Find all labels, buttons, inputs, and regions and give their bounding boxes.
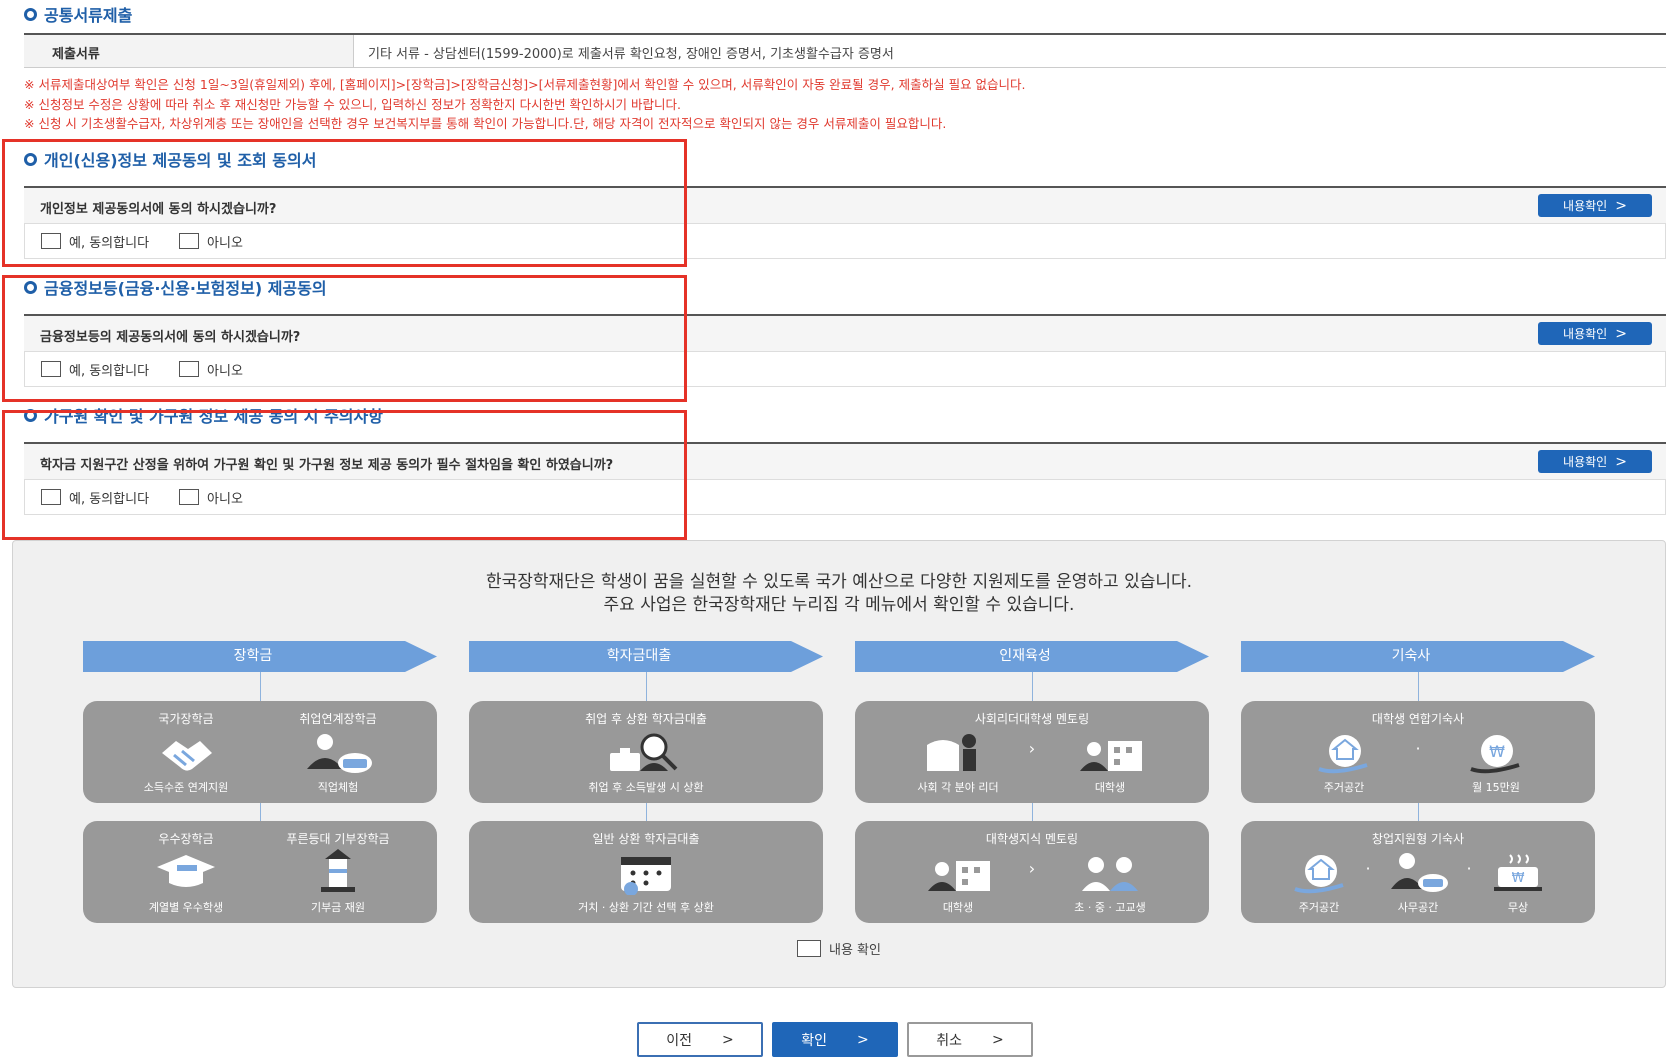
card-subtitle: 기부금 재원 <box>310 901 366 914</box>
student-building-icon <box>1074 731 1146 779</box>
card-united-dormitory[interactable]: 대학생 연합기숙사 · ₩ 주거공간 월 15만원 <box>1241 701 1595 803</box>
promo-confirm-option[interactable]: 내용 확인 <box>13 939 1665 958</box>
confirm-button[interactable]: 확인 > <box>772 1022 898 1057</box>
separator-dot: · <box>1365 859 1371 878</box>
cancel-button[interactable]: 취소 > <box>907 1022 1033 1057</box>
card-title: 우수장학금 <box>158 832 214 846</box>
notice-list: ※ 서류제출대상여부 확인은 신청 1일~3일(휴일제외) 후에, [홈페이지]… <box>24 75 1026 134</box>
prev-button-label: 이전 <box>666 1032 693 1049</box>
column-banner-label: 기숙사 <box>1391 648 1431 664</box>
card-subtitle: 소득수준 연계지원 <box>143 781 229 794</box>
common-docs-title: 공통서류제출 <box>24 2 132 26</box>
card-title: 푸른등대 기부장학금 <box>286 832 390 846</box>
worker-icon <box>301 733 375 779</box>
common-docs-table: 제출서류 기타 서류 - 상담센터(1599-2000)로 제출서류 확인요청,… <box>24 33 1666 68</box>
calendar-icon <box>615 851 677 899</box>
notice-item: ※ 신청정보 수정은 상황에 따라 취소 후 재신청만 가능할 수 있으니, 입… <box>24 96 681 112</box>
card-subtitle: 무상 <box>1507 901 1529 914</box>
card-title: 취업연계장학금 <box>299 712 377 726</box>
house-hand-icon <box>1291 851 1347 899</box>
lighthouse-icon <box>315 849 361 897</box>
card-subtitle: 대학생 <box>942 901 974 914</box>
view-content-button[interactable]: 내용확인 > <box>1538 450 1652 473</box>
graduation-cap-icon <box>155 853 217 893</box>
common-docs-title-text: 공통서류제출 <box>44 6 133 25</box>
card-subtitle: 사회 각 분야 리더 <box>917 781 999 794</box>
card-title: 대학생지식 멘토링 <box>985 832 1079 846</box>
children-icon <box>1074 853 1146 899</box>
view-content-button[interactable]: 내용확인 > <box>1538 194 1652 217</box>
svg-text:₩: ₩ <box>1489 742 1505 761</box>
leader-icon <box>923 731 993 779</box>
worker-icon <box>1385 851 1451 899</box>
handshake-icon <box>156 735 216 777</box>
card-subtitle: 계열별 우수학생 <box>148 901 224 914</box>
won-coin-hand-icon: ₩ <box>1467 731 1525 779</box>
highlight-box <box>2 410 687 540</box>
card-icl-loan[interactable]: 취업 후 상환 학자금대출 취업 후 소득발생 시 상환 <box>469 701 823 803</box>
highlight-box <box>2 275 687 402</box>
chevron-right-icon: > <box>1615 453 1627 470</box>
card-excellence-scholarship[interactable]: 우수장학금 푸른등대 기부장학금 계열별 우수학생 기부금 재원 <box>83 821 437 923</box>
separator-dot: · <box>1466 859 1472 878</box>
cancel-button-label: 취소 <box>936 1032 963 1049</box>
card-subtitle: 주거공간 <box>1323 781 1365 794</box>
card-subtitle: 월 15만원 <box>1472 781 1520 794</box>
card-title: 대학생 연합기숙사 <box>1371 712 1465 726</box>
promo-confirm-checkbox[interactable] <box>797 940 821 957</box>
chevron-right-icon: > <box>1615 197 1627 214</box>
card-subtitle: 대학생 <box>1094 781 1126 794</box>
notice-item: ※ 신청 시 기초생활수급자, 차상위계층 또는 장애인을 선택한 경우 보건복… <box>24 116 947 131</box>
house-hand-icon <box>1315 731 1373 779</box>
docs-table-header: 제출서류 <box>24 35 354 67</box>
column-banner-label: 인재육성 <box>999 648 1051 664</box>
free-money-icon: ₩ <box>1490 851 1546 899</box>
promo-line-2: 주요 사업은 한국장학재단 누리집 각 메뉴에서 확인할 수 있습니다. <box>603 595 1075 615</box>
confirm-button-label: 확인 <box>801 1032 828 1049</box>
chevron-right-icon: › <box>1028 739 1036 758</box>
card-knowledge-mentoring[interactable]: 대학생지식 멘토링 › 대학생 초 · 중 · 고교생 <box>855 821 1209 923</box>
svg-text:₩: ₩ <box>1512 871 1525 886</box>
view-content-label: 내용확인 <box>1563 327 1608 341</box>
card-subtitle: 초 · 중 · 고교생 <box>1074 901 1146 914</box>
card-title: 일반 상환 학자금대출 <box>592 832 700 846</box>
briefcase-search-icon <box>606 731 686 779</box>
card-subtitle: 직업체험 <box>317 781 359 794</box>
card-general-loan[interactable]: 일반 상환 학자금대출 거치 · 상환 기간 선택 후 상환 <box>469 821 823 923</box>
column-banner-label: 장학금 <box>233 648 273 664</box>
column-banner-label: 학자금대출 <box>606 648 672 664</box>
chevron-right-icon: > <box>857 1031 869 1048</box>
chevron-right-icon: › <box>1028 859 1036 878</box>
card-subtitle: 취업 후 소득발생 시 상환 <box>588 781 704 794</box>
card-subtitle: 거치 · 상환 기간 선택 후 상환 <box>578 901 714 914</box>
bottom-button-row: 이전 > 확인 > 취소 > <box>0 1022 1670 1057</box>
card-title: 국가장학금 <box>158 712 214 726</box>
promo-confirm-label: 내용 확인 <box>829 943 881 958</box>
card-subtitle: 사무공간 <box>1397 901 1439 914</box>
highlight-box <box>2 139 687 267</box>
chevron-right-icon: > <box>1615 325 1627 342</box>
prev-button[interactable]: 이전 > <box>637 1022 763 1057</box>
chevron-right-icon: > <box>992 1031 1004 1048</box>
student-building-icon <box>922 853 994 899</box>
view-content-label: 내용확인 <box>1563 455 1608 469</box>
card-title: 창업지원형 기숙사 <box>1371 832 1465 846</box>
promo-line-1: 한국장학재단은 학생이 꿈을 실현할 수 있도록 국가 예산으로 다양한 지원제… <box>485 572 1193 592</box>
promo-panel: 한국장학재단은 학생이 꿈을 실현할 수 있도록 국가 예산으로 다양한 지원제… <box>12 540 1666 988</box>
card-startup-dormitory[interactable]: 창업지원형 기숙사 · · ₩ 주거공간 사무공간 무상 <box>1241 821 1595 923</box>
card-title: 사회리더대학생 멘토링 <box>974 712 1090 726</box>
card-title: 취업 후 상환 학자금대출 <box>585 712 707 726</box>
view-content-button[interactable]: 내용확인 > <box>1538 322 1652 345</box>
card-subtitle: 주거공간 <box>1298 901 1340 914</box>
card-leader-mentoring[interactable]: 사회리더대학생 멘토링 › 사회 각 분야 리더 대학생 <box>855 701 1209 803</box>
view-content-label: 내용확인 <box>1563 199 1608 213</box>
separator-dot: · <box>1415 739 1421 758</box>
card-national-scholarship[interactable]: 국가장학금 취업연계장학금 소득수준 연계지원 직업체험 <box>83 701 437 803</box>
notice-item: ※ 서류제출대상여부 확인은 신청 1일~3일(휴일제외) 후에, [홈페이지]… <box>24 77 1026 92</box>
chevron-right-icon: > <box>722 1031 734 1048</box>
docs-table-value: 기타 서류 - 상담센터(1599-2000)로 제출서류 확인요청, 장애인 … <box>368 47 894 62</box>
bullet-ring-icon <box>24 7 37 21</box>
